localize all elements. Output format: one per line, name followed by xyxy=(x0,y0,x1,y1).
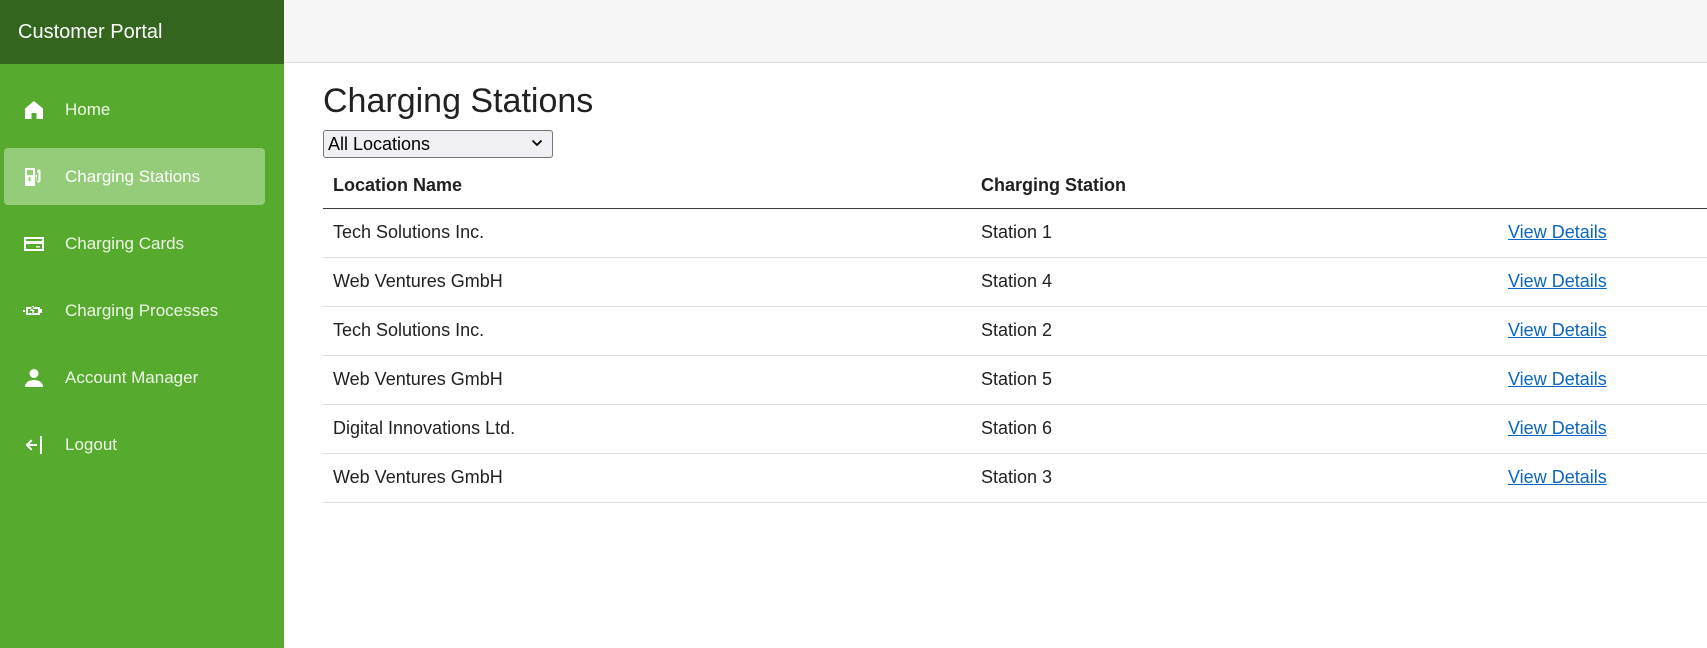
sidebar-item-account-manager[interactable]: Account Manager xyxy=(4,349,265,406)
sidebar-item-label: Account Manager xyxy=(65,367,199,387)
location-cell: Tech Solutions Inc. xyxy=(323,208,971,258)
sidebar-item-label: Charging Stations xyxy=(65,166,201,186)
location-cell: Tech Solutions Inc. xyxy=(323,306,971,356)
location-filter-value: All Locations xyxy=(328,133,431,154)
action-cell: View Details xyxy=(1498,355,1707,405)
sidebar-item-logout[interactable]: Logout xyxy=(4,416,265,473)
location-filter-select[interactable]: All Locations xyxy=(323,130,553,158)
action-cell: View Details xyxy=(1498,208,1707,258)
home-icon xyxy=(22,98,46,122)
app: Customer Portal Home Charging Stations C… xyxy=(0,0,1707,648)
charging-process-icon xyxy=(22,299,46,323)
station-cell: Station 1 xyxy=(971,208,1498,258)
sidebar-nav: Home Charging Stations Charging Cards Ch… xyxy=(0,64,284,473)
view-details-link[interactable]: View Details xyxy=(1508,320,1607,340)
station-cell: Station 2 xyxy=(971,306,1498,356)
sidebar-item-charging-stations[interactable]: Charging Stations xyxy=(4,148,265,205)
view-details-link[interactable]: View Details xyxy=(1508,418,1607,438)
sidebar-item-label: Home xyxy=(65,99,111,119)
sidebar-item-charging-processes[interactable]: Charging Processes xyxy=(4,282,265,339)
card-icon xyxy=(22,232,46,256)
table-header-row: Location Name Charging Station xyxy=(323,164,1707,209)
station-cell: Station 6 xyxy=(971,404,1498,454)
view-details-link[interactable]: View Details xyxy=(1508,222,1607,242)
view-details-link[interactable]: View Details xyxy=(1508,467,1607,487)
chevron-down-icon xyxy=(531,139,543,147)
sidebar-item-charging-cards[interactable]: Charging Cards xyxy=(4,215,265,272)
sidebar: Customer Portal Home Charging Stations C… xyxy=(0,0,284,648)
person-icon xyxy=(22,366,46,390)
table-row: Web Ventures GmbH Station 3 View Details xyxy=(323,453,1707,503)
action-cell: View Details xyxy=(1498,404,1707,454)
table-row: Digital Innovations Ltd. Station 6 View … xyxy=(323,404,1707,454)
view-details-link[interactable]: View Details xyxy=(1508,369,1607,389)
portal-title: Customer Portal xyxy=(0,0,284,64)
view-details-link[interactable]: View Details xyxy=(1508,271,1607,291)
column-header-actions xyxy=(1498,164,1707,209)
sidebar-item-home[interactable]: Home xyxy=(4,81,265,138)
action-cell: View Details xyxy=(1498,306,1707,356)
sidebar-item-label: Logout xyxy=(65,434,117,454)
stations-table: Location Name Charging Station Tech Solu… xyxy=(323,164,1707,503)
top-bar xyxy=(284,0,1707,63)
sidebar-item-label: Charging Processes xyxy=(65,300,219,320)
table-row: Tech Solutions Inc. Station 1 View Detai… xyxy=(323,208,1707,258)
station-cell: Station 3 xyxy=(971,453,1498,503)
main-area: Charging Stations All Locations Location… xyxy=(284,0,1707,648)
table-row: Tech Solutions Inc. Station 2 View Detai… xyxy=(323,306,1707,356)
station-cell: Station 5 xyxy=(971,355,1498,405)
action-cell: View Details xyxy=(1498,257,1707,307)
column-header-station: Charging Station xyxy=(971,164,1498,209)
table-row: Web Ventures GmbH Station 4 View Details xyxy=(323,257,1707,307)
action-cell: View Details xyxy=(1498,453,1707,503)
content: Charging Stations All Locations Location… xyxy=(284,63,1707,503)
sidebar-item-label: Charging Cards xyxy=(65,233,185,253)
logout-icon xyxy=(22,433,46,457)
location-cell: Web Ventures GmbH xyxy=(323,355,971,405)
location-cell: Digital Innovations Ltd. xyxy=(323,404,971,454)
column-header-location: Location Name xyxy=(323,164,971,209)
page-title: Charging Stations xyxy=(323,82,594,120)
ev-station-icon xyxy=(22,165,46,189)
station-cell: Station 4 xyxy=(971,257,1498,307)
location-cell: Web Ventures GmbH xyxy=(323,257,971,307)
location-cell: Web Ventures GmbH xyxy=(323,453,971,503)
table-row: Web Ventures GmbH Station 5 View Details xyxy=(323,355,1707,405)
